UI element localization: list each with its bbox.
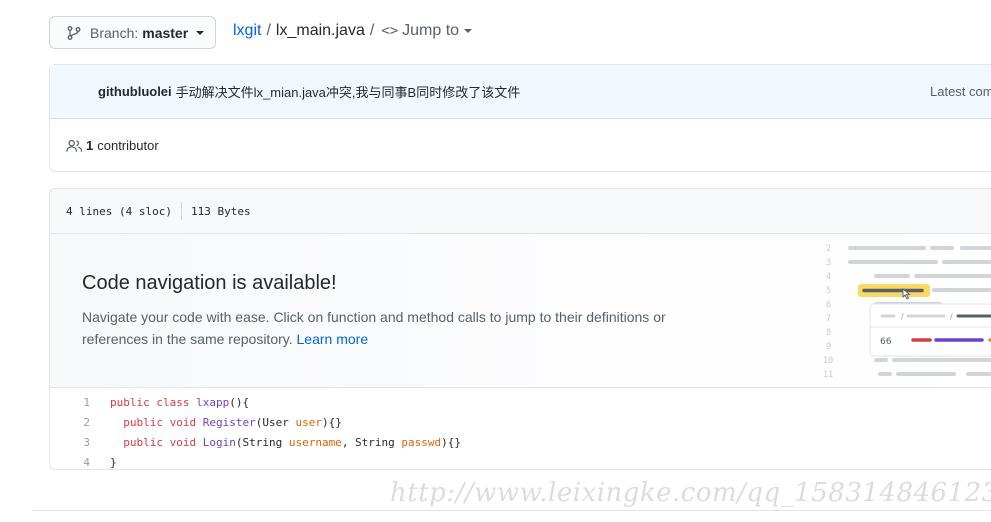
learn-more-link[interactable]: Learn more [297,331,369,347]
breadcrumb-separator: / [369,22,375,39]
illus-line-number: 11 [823,370,833,380]
code-icon: <> [381,23,399,39]
line-number[interactable]: 2 [50,416,90,429]
watermark-text: http://www.leixingke.com/qq_158314846123… [390,478,991,508]
illus-line-number: 3 [826,258,831,268]
line-code: } [90,456,117,469]
code-token: Login [202,435,236,449]
code-token: public void [110,415,203,429]
file-box: 4 lines (4 sloc) 113 Bytes Code navigati… [49,188,991,470]
illus-line-number: 5 [826,286,831,296]
illus-line-number: 10 [823,356,833,366]
breadcrumb-file: lx_main.java [275,22,365,39]
line-number[interactable]: 3 [50,436,90,449]
commit-message-link[interactable]: 手动解决文件lx_mian.java冲突,我与同事B同时修改了该文件 [176,82,521,101]
branch-label: Branch: [90,24,139,41]
jump-to-label: Jump to [402,22,460,39]
line-number[interactable]: 1 [50,396,90,409]
latest-commit-label: Latest com [930,84,991,99]
file-lines-info: 4 lines (4 sloc) [66,204,172,218]
code-token: (){ [229,395,250,409]
caret-down-icon [196,30,205,35]
code-line: 4} [50,452,991,469]
code-token: public class [110,395,197,409]
code-token: (User [255,415,296,429]
code-line: 2 public void Register(User user){} [50,412,991,432]
code-token: ){} [441,435,462,449]
illus-line-number: 8 [826,328,831,338]
commit-box: githubluolei 手动解决文件lx_mian.java冲突,我与同事B同… [49,64,991,172]
code-token: username [288,435,342,449]
code-token: Register [202,415,256,429]
file-size-info: 113 Bytes [190,204,251,218]
code-navigation-title: Code navigation is available! [82,272,337,294]
code-line: 3 public void Login(String username, Str… [50,432,991,452]
line-code: public void Login(String username, Strin… [90,436,461,449]
code-navigation-banner: Code navigation is available! Navigate y… [50,234,991,388]
code-navigation-description: Navigate your code with ease. Click on f… [82,306,682,350]
code-token: lxapp [196,395,230,409]
illus-line-number: 4 [826,272,831,282]
git-branch-icon [67,25,81,40]
svg-text:/: / [901,312,904,321]
latest-commit-bar: githubluolei 手动解决文件lx_mian.java冲突,我与同事B同… [50,65,991,119]
code-block: 1 public class lxapp(){2 public void Regi… [50,388,991,469]
contributor-count: 1 [86,138,94,153]
divider [33,510,991,511]
code-token: user [295,415,322,429]
code-token: } [110,455,117,469]
line-code: public void Register(User user){} [90,416,342,429]
code-navigation-illustration: 2 3 4 5 6 7 8 9 10 11 / / 66 [823,244,991,380]
code-line: 1 public class lxapp(){ [50,392,991,412]
code-token: public void [110,435,203,449]
line-code: public class lxapp(){ [90,396,249,409]
contributors-row[interactable]: 1 contributor [50,119,991,172]
illus-line-number: 6 [826,300,831,310]
code-token: (String [235,435,289,449]
illus-line-number: 7 [826,314,831,324]
illus-ref-number: 66 [880,337,892,347]
file-info-divider [180,202,182,220]
breadcrumb-separator: / [266,22,271,39]
illus-line-number: 9 [826,342,831,352]
people-icon [66,139,83,152]
contributor-label: contributor [97,138,159,153]
branch-select-button[interactable]: Branch: master [49,16,216,49]
commit-author-link[interactable]: githubluolei [98,84,172,99]
illus-line-number: 2 [826,244,831,254]
code-token: , String [341,435,402,449]
line-number[interactable]: 4 [50,456,90,469]
svg-text:/: / [950,312,953,321]
code-token: passwd [401,435,442,449]
code-navigation-text: Navigate your code with ease. Click on f… [82,309,666,347]
code-token: ){} [321,415,342,429]
caret-down-icon [464,29,473,33]
file-header: 4 lines (4 sloc) 113 Bytes [50,189,991,234]
breadcrumb-repo-link[interactable]: lxgit [233,22,261,40]
breadcrumb: lxgit / lx_main.java / <> Jump to [233,22,473,40]
branch-value: master [142,24,189,41]
jump-to-button[interactable]: <> Jump to [381,22,473,40]
